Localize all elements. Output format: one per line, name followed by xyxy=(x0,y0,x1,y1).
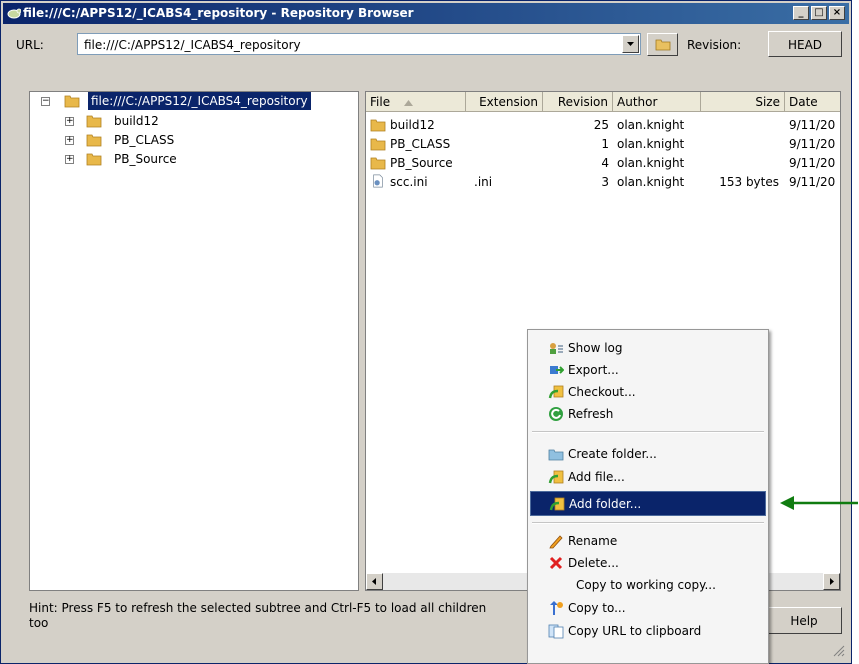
menu-item-copy-to[interactable]: Copy to... xyxy=(530,597,766,619)
url-label: URL: xyxy=(16,38,44,52)
arrow-left-icon xyxy=(372,578,376,585)
table-row[interactable]: PB_Source 4 olan.knight 9/11/20 xyxy=(366,155,840,173)
folder-open-icon xyxy=(64,95,80,108)
hint-text: Hint: Press F5 to refresh the selected s… xyxy=(29,601,487,630)
copy-url-icon xyxy=(548,624,564,639)
menu-separator xyxy=(532,431,764,433)
folder-icon xyxy=(86,115,102,128)
cell-file: scc.ini xyxy=(390,175,428,189)
column-header-date[interactable]: Date xyxy=(785,92,840,112)
menu-item-checkout[interactable]: Checkout... xyxy=(530,381,766,403)
cell-author: olan.knight xyxy=(617,118,685,132)
folder-icon xyxy=(86,153,102,166)
scroll-left-button[interactable] xyxy=(366,573,383,590)
resize-grip-icon[interactable] xyxy=(831,643,845,657)
close-button[interactable]: × xyxy=(829,6,845,20)
tree-root-label: file:///C:/APPS12/_ICABS4_repository xyxy=(88,92,311,110)
folder-icon xyxy=(370,157,386,170)
table-row[interactable]: scc.ini .ini 3 olan.knight 153 bytes 9/1… xyxy=(366,174,840,192)
add-folder-icon xyxy=(549,497,565,511)
folder-icon xyxy=(86,134,102,147)
maximize-button[interactable]: □ xyxy=(811,6,827,20)
column-header-size[interactable]: Size xyxy=(701,92,785,112)
cell-author: olan.knight xyxy=(617,175,685,189)
delete-icon xyxy=(549,556,563,570)
menu-item-add-file[interactable]: Add file... xyxy=(530,466,766,488)
folder-icon xyxy=(370,119,386,132)
column-header-extension[interactable]: Extension xyxy=(466,92,543,112)
menu-item-add-folder[interactable]: Add folder... xyxy=(530,491,766,516)
show-log-icon xyxy=(550,343,563,354)
tree-item-build12[interactable]: + build12 xyxy=(30,112,350,130)
menu-item-rename[interactable]: Rename xyxy=(530,530,766,552)
cell-revision: 3 xyxy=(601,175,609,189)
column-header-file[interactable]: File xyxy=(366,92,466,112)
expand-icon[interactable]: + xyxy=(65,136,74,145)
collapse-icon[interactable]: − xyxy=(41,97,50,106)
expand-icon[interactable]: + xyxy=(65,155,74,164)
tree-item-label: build12 xyxy=(114,114,159,128)
cell-size: 153 bytes xyxy=(719,175,779,189)
tree-item-label: PB_Source xyxy=(114,152,177,166)
menu-item-copy-url[interactable]: Copy URL to clipboard xyxy=(530,620,766,642)
tree-root-item[interactable]: − file:///C:/APPS12/_ICABS4_repository xyxy=(30,92,350,110)
cell-author: olan.knight xyxy=(617,156,685,170)
column-header-revision[interactable]: Revision xyxy=(543,92,613,112)
folder-icon xyxy=(370,138,386,151)
create-folder-icon xyxy=(548,449,564,461)
cell-file: PB_CLASS xyxy=(390,137,451,151)
cell-revision: 4 xyxy=(601,156,609,170)
checkout-icon xyxy=(548,385,564,399)
browse-button[interactable] xyxy=(647,33,678,56)
cell-revision: 1 xyxy=(601,137,609,151)
url-dropdown-button[interactable] xyxy=(622,35,639,53)
table-row[interactable]: build12 25 olan.knight 9/11/20 xyxy=(366,117,840,135)
window-title: file:///C:/APPS12/_ICABS4_repository - R… xyxy=(23,6,414,20)
arrow-right-icon xyxy=(830,578,834,585)
refresh-icon xyxy=(549,407,563,421)
scroll-right-button[interactable] xyxy=(823,573,840,590)
url-value: file:///C:/APPS12/_ICABS4_repository xyxy=(84,38,301,52)
context-menu: Show log Export... Checkout... Refresh C… xyxy=(527,329,769,664)
cell-date: 9/11/20 xyxy=(789,137,836,151)
menu-item-show-log[interactable]: Show log xyxy=(530,337,766,359)
ini-file-icon xyxy=(373,174,383,188)
rename-icon xyxy=(549,535,563,549)
url-combobox[interactable]: file:///C:/APPS12/_ICABS4_repository xyxy=(77,33,641,55)
expand-icon[interactable]: + xyxy=(65,117,74,126)
tree-item-pb-source[interactable]: + PB_Source xyxy=(30,150,350,168)
menu-item-export[interactable]: Export... xyxy=(530,359,766,381)
copy-to-icon xyxy=(550,601,563,615)
revision-head-button[interactable]: HEAD xyxy=(768,31,842,57)
annotation-arrow-icon xyxy=(780,496,858,510)
menu-item-refresh[interactable]: Refresh xyxy=(530,403,766,425)
tree-item-pb-class[interactable]: + PB_CLASS xyxy=(30,131,350,149)
tree-item-label: PB_CLASS xyxy=(114,133,175,147)
cell-file: build12 xyxy=(390,118,435,132)
title-bar[interactable]: file:///C:/APPS12/_ICABS4_repository - R… xyxy=(3,3,849,24)
cell-file: PB_Source xyxy=(390,156,453,170)
export-icon xyxy=(550,366,564,374)
sort-ascending-icon xyxy=(403,100,413,106)
help-button[interactable]: Help xyxy=(766,607,842,634)
folder-browse-icon xyxy=(655,39,670,51)
cell-date: 9/11/20 xyxy=(789,175,836,189)
menu-item-create-folder[interactable]: Create folder... xyxy=(530,443,766,465)
repository-tree[interactable]: − file:///C:/APPS12/_ICABS4_repository +… xyxy=(29,91,359,591)
cell-date: 9/11/20 xyxy=(789,156,836,170)
cell-extension: .ini xyxy=(474,175,493,189)
cell-date: 9/11/20 xyxy=(789,118,836,132)
table-row[interactable]: PB_CLASS 1 olan.knight 9/11/20 xyxy=(366,136,840,154)
cell-revision: 25 xyxy=(593,118,609,132)
menu-item-copy-to-working-copy[interactable]: Copy to working copy... xyxy=(530,574,766,596)
minimize-button[interactable]: _ xyxy=(793,6,809,20)
chevron-down-icon xyxy=(627,42,634,46)
column-header-author[interactable]: Author xyxy=(613,92,701,112)
tortoise-app-icon xyxy=(7,8,21,19)
cell-author: olan.knight xyxy=(617,137,685,151)
menu-item-delete[interactable]: Delete... xyxy=(530,552,766,574)
revision-label: Revision: xyxy=(687,38,742,52)
add-file-icon xyxy=(548,470,564,484)
menu-separator xyxy=(532,522,764,524)
